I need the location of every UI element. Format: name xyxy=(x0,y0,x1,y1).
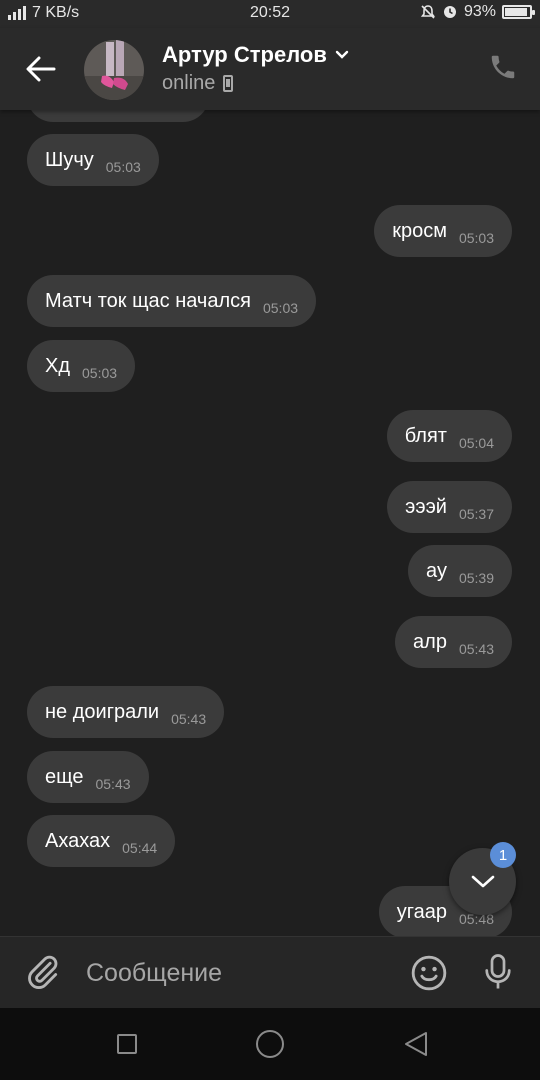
chevron-down-icon xyxy=(471,875,494,887)
avatar-image xyxy=(84,40,144,100)
message-text: кросм xyxy=(392,219,447,242)
message-text: ау xyxy=(426,559,447,582)
message-time: 05:03 xyxy=(105,159,141,175)
phone-icon[interactable] xyxy=(488,52,518,82)
message-bubble-partial[interactable] xyxy=(27,110,209,122)
mobile-device-icon xyxy=(223,75,234,92)
message-bubble[interactable]: кросм 05:03 xyxy=(374,205,512,257)
message-bubble[interactable]: эээй 05:37 xyxy=(387,481,512,533)
emoji-icon[interactable] xyxy=(410,954,448,992)
message-text: не доиграли xyxy=(45,700,160,723)
back-icon[interactable] xyxy=(402,1030,430,1058)
contact-name-row: Артур Стрелов xyxy=(162,42,349,68)
message-text: эээй xyxy=(405,495,447,518)
message-text: угаар xyxy=(396,900,447,923)
message-time: 05:03 xyxy=(458,230,494,246)
message-time: 05:43 xyxy=(171,711,207,727)
status-bar: 7 KB/s 20:52 93% xyxy=(0,0,540,28)
back-arrow-icon xyxy=(26,56,56,82)
chevron-down-icon xyxy=(335,50,349,59)
message-bubble[interactable]: Шучу 05:03 xyxy=(27,134,159,186)
message-bubble[interactable]: Ахахах 05:44 xyxy=(27,815,176,867)
avatar[interactable] xyxy=(84,40,144,100)
contact-name: Артур Стрелов xyxy=(162,42,327,67)
message-time: 05:39 xyxy=(458,570,494,586)
back-button[interactable] xyxy=(22,50,60,88)
message-text: Матч ток щас начался xyxy=(45,289,251,312)
battery-percent: 93% xyxy=(463,3,496,20)
mute-icon xyxy=(420,5,436,19)
message-text: Хд xyxy=(45,354,71,377)
message-time: 05:37 xyxy=(458,506,494,522)
microphone-icon[interactable] xyxy=(480,952,516,992)
message-text: блят xyxy=(404,424,447,447)
unread-badge: 1 xyxy=(490,842,516,868)
paperclip-icon[interactable] xyxy=(24,953,62,991)
contact-info[interactable]: Артур Стрелов online xyxy=(162,42,349,95)
message-bubble[interactable]: Матч ток щас начался 05:03 xyxy=(27,275,317,327)
message-bubble[interactable]: ау 05:39 xyxy=(408,545,512,597)
chat-header: Артур Стрелов online xyxy=(0,28,540,110)
message-time: 05:03 xyxy=(262,300,299,316)
message-input[interactable] xyxy=(86,953,386,993)
message-text: Шучу xyxy=(45,148,94,171)
message-time: 05:44 xyxy=(122,840,158,856)
message-list[interactable]: Шучу 05:03 кросм 05:03 Матч ток щас нача… xyxy=(0,110,540,936)
home-icon[interactable] xyxy=(256,1030,284,1058)
message-bubble[interactable]: Хд 05:03 xyxy=(27,340,136,392)
message-composer xyxy=(0,936,540,1008)
message-text: алр xyxy=(413,630,447,653)
message-text: еще xyxy=(45,765,84,788)
message-bubble[interactable]: блят 05:04 xyxy=(386,410,512,462)
message-time: 05:43 xyxy=(95,776,131,792)
message-time: 05:04 xyxy=(458,435,494,451)
message-text: Ахахах xyxy=(45,829,111,852)
battery-fill xyxy=(505,8,528,16)
contact-status-row: online xyxy=(162,72,349,95)
battery-icon xyxy=(502,5,535,19)
message-time: 05:03 xyxy=(82,365,118,381)
message-bubble[interactable]: еще 05:43 xyxy=(27,751,149,803)
recents-icon[interactable] xyxy=(117,1034,137,1054)
message-time: 05:43 xyxy=(458,641,494,657)
status-bar-right: 93% xyxy=(420,3,535,21)
contact-status: online xyxy=(162,72,216,94)
message-bubble[interactable]: не доиграли 05:43 xyxy=(27,686,225,738)
alarm-icon xyxy=(443,6,456,18)
message-bubble[interactable]: алр 05:43 xyxy=(395,616,512,668)
system-nav-bar xyxy=(0,1008,540,1080)
